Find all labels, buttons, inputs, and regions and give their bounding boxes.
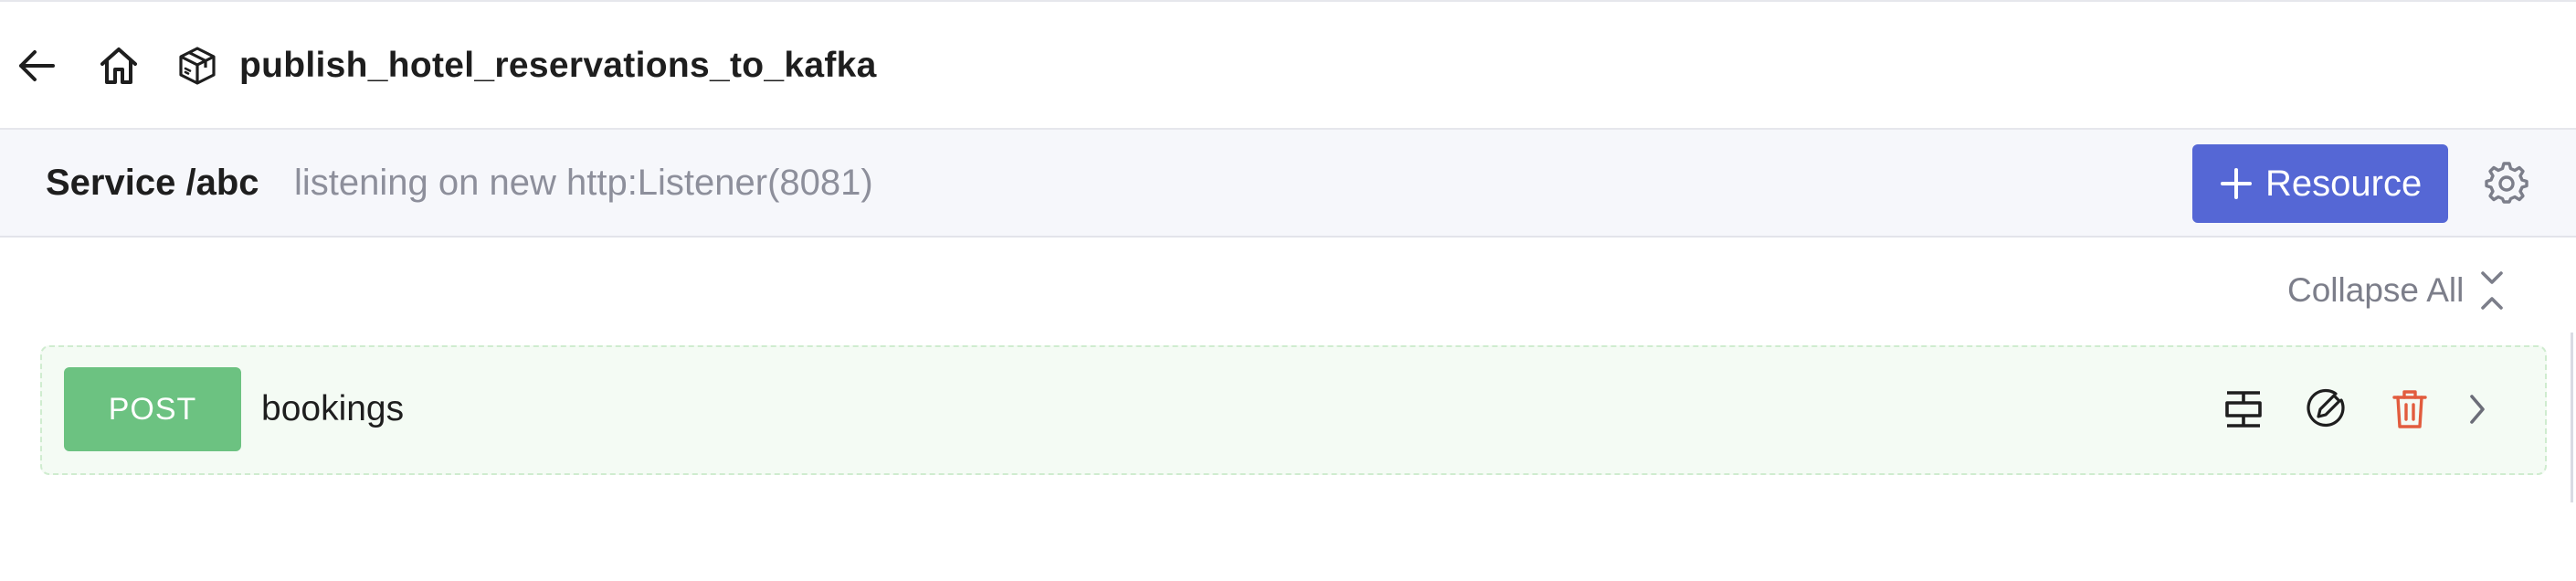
package-icon [174,40,221,91]
service-header: Service /abc listening on new http:Liste… [0,130,2576,238]
try-it-icon[interactable] [2220,386,2267,433]
collapse-all-button[interactable]: Collapse All [2287,267,2507,314]
add-resource-button[interactable]: Resource [2192,144,2448,223]
page-title: publish_hotel_reservations_to_kafka [239,46,877,85]
gear-icon[interactable] [2483,159,2530,206]
chevron-right-icon[interactable] [2459,386,2496,433]
back-arrow-icon[interactable] [13,42,60,90]
delete-icon[interactable] [2386,386,2433,433]
scrollbar-track[interactable] [2571,333,2573,502]
collapse-all-label: Collapse All [2287,271,2465,309]
plus-icon [2218,165,2254,202]
service-name: Service /abc [46,163,259,203]
add-resource-label: Resource [2265,164,2423,204]
service-listener-text: listening on new http:Listener(8081) [294,163,873,203]
resource-path: bookings [261,389,405,428]
method-badge-post: POST [64,367,241,451]
home-icon[interactable] [95,40,143,91]
resource-row[interactable]: POST bookings [40,345,2547,475]
top-navigation-bar: publish_hotel_reservations_to_kafka [0,0,2576,130]
collapse-icon [2476,268,2507,313]
edit-icon[interactable] [2302,386,2349,433]
